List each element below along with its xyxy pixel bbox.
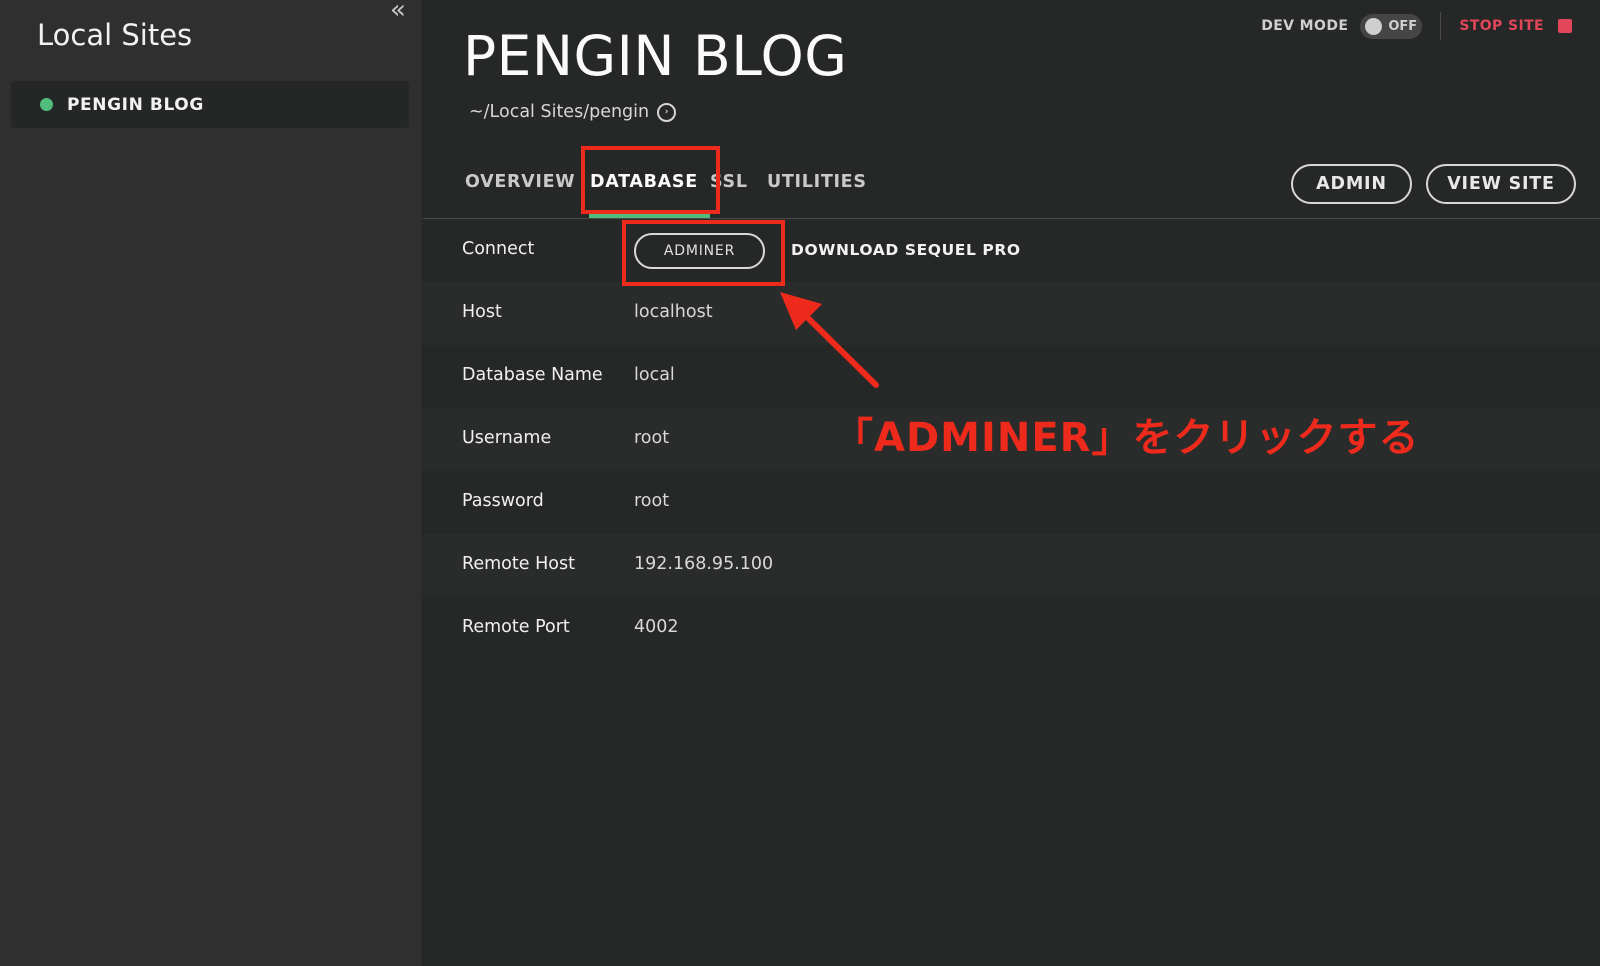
- tab-ssl[interactable]: SSL: [710, 172, 748, 192]
- toggle-state: OFF: [1388, 18, 1418, 34]
- stop-site-label: STOP SITE: [1459, 18, 1544, 34]
- collapse-sidebar-icon[interactable]: «: [390, 0, 406, 25]
- sidebar-item-pengin-blog[interactable]: PENGIN BLOG: [11, 81, 409, 128]
- row-label: Remote Host: [462, 554, 575, 574]
- table-row: Remote Host 192.168.95.100: [423, 534, 1600, 597]
- annotation-text: 「ADMINER」をクリックする: [833, 415, 1420, 461]
- tab-overview[interactable]: OVERVIEW: [465, 172, 575, 192]
- row-label: Remote Port: [462, 617, 570, 637]
- row-label: Host: [462, 302, 502, 322]
- row-value[interactable]: 192.168.95.100: [634, 554, 773, 574]
- site-path-text: ~/Local Sites/pengin: [469, 102, 650, 122]
- table-row: Password root: [423, 471, 1600, 534]
- connect-label: Connect: [462, 239, 535, 259]
- row-value[interactable]: root: [634, 428, 669, 448]
- tab-utilities[interactable]: UTILITIES: [767, 172, 867, 192]
- adminer-button[interactable]: ADMINER: [634, 233, 765, 269]
- dev-mode-toggle[interactable]: OFF: [1360, 13, 1423, 39]
- admin-button[interactable]: ADMIN: [1291, 164, 1412, 204]
- row-value[interactable]: 4002: [634, 617, 679, 637]
- download-sequel-pro-link[interactable]: DOWNLOAD SEQUEL PRO: [791, 241, 1021, 259]
- divider: [1440, 12, 1442, 40]
- row-label: Username: [462, 428, 552, 448]
- dev-mode-label: DEV MODE: [1261, 18, 1349, 34]
- table-row: Database Name local: [423, 345, 1600, 408]
- row-label: Password: [462, 491, 544, 511]
- stop-icon: [1558, 19, 1572, 33]
- toggle-knob: [1365, 17, 1383, 35]
- tab-database[interactable]: DATABASE: [590, 172, 698, 192]
- sidebar-title: Local Sites: [37, 18, 193, 52]
- status-dot-icon: [40, 98, 53, 111]
- page-title: PENGIN BLOG: [463, 24, 848, 88]
- row-label: Database Name: [462, 365, 603, 385]
- sidebar-item-label: PENGIN BLOG: [67, 94, 204, 115]
- table-row: Host localhost: [423, 282, 1600, 345]
- table-row: Remote Port 4002: [423, 597, 1600, 660]
- table-row-connect: Connect ADMINER DOWNLOAD SEQUEL PRO: [423, 219, 1600, 282]
- top-controls: DEV MODE OFF STOP SITE: [1261, 12, 1572, 40]
- reveal-path-icon[interactable]: ›: [657, 102, 677, 122]
- sidebar: Local Sites « PENGIN BLOG: [0, 0, 423, 966]
- site-path: ~/Local Sites/pengin ›: [469, 102, 677, 122]
- main-panel: PENGIN BLOG ~/Local Sites/pengin › DEV M…: [423, 0, 1600, 966]
- row-value[interactable]: root: [634, 491, 669, 511]
- row-value[interactable]: localhost: [634, 302, 713, 322]
- view-site-button[interactable]: VIEW SITE: [1426, 164, 1576, 204]
- stop-site-button[interactable]: STOP SITE: [1459, 18, 1572, 34]
- row-value[interactable]: local: [634, 365, 675, 385]
